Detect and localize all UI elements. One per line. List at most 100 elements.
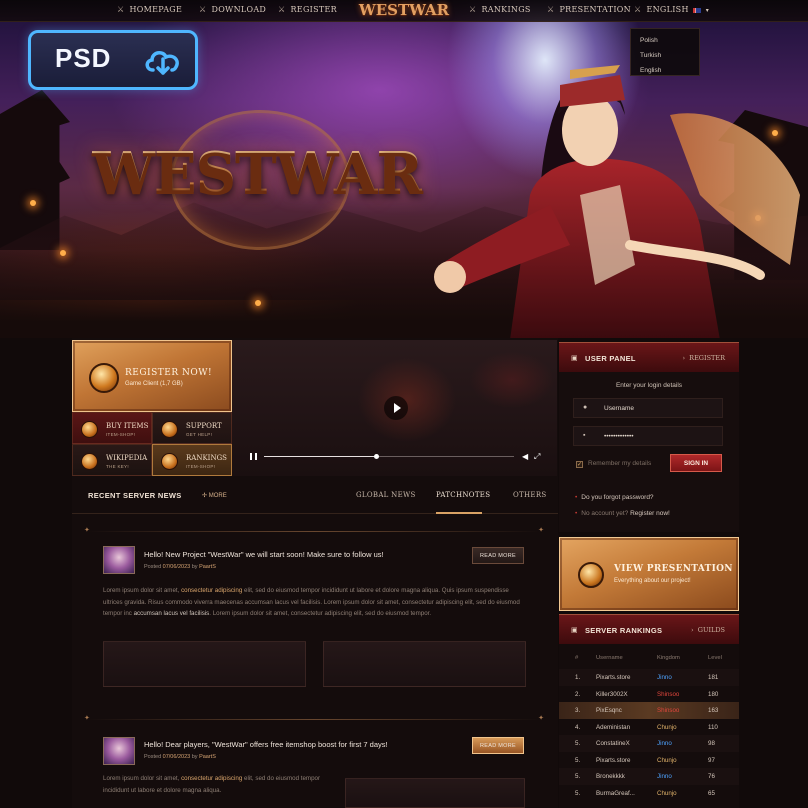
password-input[interactable]: ▪ ••••••••••••• bbox=[573, 426, 723, 446]
register-subtitle: Game Client (1,7 GB) bbox=[125, 381, 183, 387]
nav-presentation[interactable]: ⚔ PRESENTATION bbox=[547, 5, 631, 14]
quick-link-support[interactable]: SUPPORT GET HELP! bbox=[152, 412, 232, 444]
trophy-icon bbox=[161, 453, 178, 470]
nav-download[interactable]: ⚔ DOWNLOAD bbox=[199, 5, 266, 14]
remember-me-checkbox[interactable]: ✓ Remember my details bbox=[576, 460, 651, 468]
table-row[interactable]: 5. BurmaGreaf... Chunjo 65 bbox=[559, 785, 739, 802]
table-cell-rank: 5. bbox=[575, 740, 581, 747]
read-more-button[interactable]: READ MORE bbox=[472, 547, 524, 564]
table-cell-level: 181 bbox=[708, 674, 719, 681]
video-progress-handle[interactable] bbox=[374, 454, 379, 459]
sword-icon: ⚔ bbox=[547, 5, 555, 14]
table-cell-kingdom: Chunjo bbox=[657, 756, 677, 764]
post-avatar bbox=[103, 737, 135, 765]
quick-link-wikipedia[interactable]: WIKIPEDIA THE KEY! bbox=[72, 444, 152, 476]
nav-logo[interactable]: WESTWAR bbox=[356, 1, 452, 23]
table-row[interactable]: 5. ConstatineX Jinno 98 bbox=[559, 735, 739, 752]
post-meta: Posted 07/06/2023 by PaartS bbox=[144, 754, 216, 760]
language-option[interactable]: Polish bbox=[631, 33, 699, 48]
video-progress-bar[interactable] bbox=[264, 454, 514, 459]
table-row[interactable]: 2. Killer3002X Shinsoo 180 bbox=[559, 686, 739, 703]
chevron-down-icon: ▾ bbox=[705, 7, 710, 14]
post-title[interactable]: Hello! Dear players, "WestWar" offers fr… bbox=[144, 740, 388, 749]
nav-register[interactable]: ⚔ REGISTER bbox=[278, 5, 337, 14]
ornament-divider bbox=[84, 526, 544, 534]
register-now-button[interactable]: REGISTER NOW! Game Client (1,7 GB) bbox=[72, 340, 232, 412]
video-player[interactable]: ◀ ⤢ bbox=[232, 340, 557, 476]
table-row[interactable]: 5. Pixarts.store Chunjo 97 bbox=[559, 752, 739, 769]
cloud-download-icon bbox=[145, 51, 179, 75]
post-image[interactable] bbox=[103, 641, 306, 687]
table-row[interactable]: 3. PixEsqnc Shinsoo 163 bbox=[559, 702, 739, 719]
language-selector[interactable]: ⚔ ENGLISH ▾ bbox=[634, 5, 709, 14]
language-option[interactable]: Turkish bbox=[631, 48, 699, 63]
play-icon[interactable] bbox=[384, 396, 408, 420]
volume-icon[interactable]: ◀ bbox=[522, 452, 528, 461]
hero-character-illustration bbox=[434, 65, 800, 340]
table-row[interactable]: 4. Adeministan Chunjo 110 bbox=[559, 719, 739, 736]
table-row[interactable]: 5. Bronekkkk Jinno 76 bbox=[559, 768, 739, 785]
news-more-link[interactable]: ✢ MORE bbox=[202, 492, 227, 499]
table-cell-kingdom: Shinsoo bbox=[657, 690, 680, 698]
post-image[interactable] bbox=[323, 641, 526, 687]
table-cell-kingdom: Chunjo bbox=[657, 789, 677, 797]
tab-others[interactable]: OTHERS bbox=[513, 491, 547, 499]
language-option[interactable]: English bbox=[631, 63, 699, 78]
table-row[interactable]: 1. Pixarts.store Jinno 181 bbox=[559, 669, 739, 686]
table-cell-rank: 5. bbox=[575, 756, 581, 764]
pause-icon[interactable] bbox=[250, 453, 257, 460]
fullscreen-icon[interactable]: ⤢ bbox=[534, 452, 540, 462]
table-cell-rank: 3. bbox=[575, 707, 581, 714]
sign-in-button[interactable]: SIGN IN bbox=[670, 454, 722, 472]
forgot-password-link[interactable]: • Do you forgot password? bbox=[575, 494, 654, 501]
checkbox-icon[interactable]: ✓ bbox=[576, 461, 583, 468]
trophy-icon: ▣ bbox=[571, 627, 578, 634]
sword-icon: ⚔ bbox=[117, 5, 125, 14]
username-placeholder: Username bbox=[604, 405, 634, 412]
table-cell-kingdom: Jinno bbox=[657, 773, 672, 780]
hero-logo: WESTWAR bbox=[92, 140, 423, 206]
quick-link-label: RANKINGS bbox=[186, 454, 227, 462]
post-avatar bbox=[103, 546, 135, 574]
user-icon: ● bbox=[583, 404, 588, 411]
table-cell-name: BurmaGreaf... bbox=[596, 789, 635, 797]
table-cell-level: 163 bbox=[708, 707, 719, 714]
register-link[interactable]: › REGISTER bbox=[682, 354, 725, 362]
post-image[interactable] bbox=[345, 778, 525, 808]
lantern-glow bbox=[60, 250, 66, 256]
trophy-icon bbox=[578, 562, 604, 588]
quick-link-label: BUY ITEMS bbox=[106, 422, 149, 430]
password-value: ••••••••••••• bbox=[604, 433, 634, 440]
rankings-header: ▣ SERVER RANKINGS › GUILDS bbox=[559, 614, 739, 644]
nav-homepage[interactable]: ⚔ HOMEPAGE bbox=[117, 5, 182, 14]
psd-label: PSD bbox=[55, 43, 112, 73]
news-header: RECENT SERVER NEWS ✢ MORE GLOBAL NEWS PA… bbox=[72, 478, 558, 514]
quick-link-label: WIKIPEDIA bbox=[106, 454, 148, 462]
tab-global-news[interactable]: GLOBAL NEWS bbox=[356, 491, 416, 499]
lock-icon: ▣ bbox=[571, 355, 578, 362]
user-panel-body bbox=[559, 372, 739, 532]
quick-link-sub: THE KEY! bbox=[106, 464, 129, 469]
psd-badge: PSD bbox=[28, 30, 198, 90]
trophy-icon: ⚔ bbox=[469, 5, 477, 14]
nav-rankings[interactable]: ⚔ RANKINGS bbox=[469, 5, 531, 14]
quick-link-rankings[interactable]: RANKINGS ITEM-SHOP! bbox=[152, 444, 232, 476]
username-input[interactable]: ● Username bbox=[573, 398, 723, 418]
view-presentation-button[interactable]: VIEW PRESENTATION Everything about our p… bbox=[559, 537, 739, 611]
bullet-icon: • bbox=[575, 510, 578, 517]
user-panel-title: USER PANEL bbox=[585, 354, 636, 363]
post-title[interactable]: Hello! New Project "WestWar" we will sta… bbox=[144, 550, 384, 559]
table-cell-rank: 5. bbox=[575, 789, 581, 797]
quick-link-buy-items[interactable]: BUY ITEMS ITEM-SHOP! bbox=[72, 412, 152, 444]
user-panel-header: ▣ USER PANEL › REGISTER bbox=[559, 342, 739, 372]
tab-guilds[interactable]: › GUILDS bbox=[691, 626, 725, 634]
quick-link-label: SUPPORT bbox=[186, 422, 222, 430]
lantern-glow bbox=[30, 200, 36, 206]
tab-patchnotes[interactable]: PATCHNOTES bbox=[436, 491, 490, 499]
read-more-button[interactable]: READ MORE bbox=[472, 737, 524, 754]
table-cell-name: ConstatineX bbox=[596, 740, 630, 747]
post-body: Lorem ipsum dolor sit amet, consectetur … bbox=[103, 587, 520, 618]
register-now-link[interactable]: • No account yet? Register now! bbox=[575, 510, 670, 517]
top-navigation: ⚔ HOMEPAGE ⚔ DOWNLOAD ⚔ REGISTER WESTWAR ⚔ R… bbox=[0, 0, 808, 22]
table-cell-level: 98 bbox=[708, 740, 715, 747]
